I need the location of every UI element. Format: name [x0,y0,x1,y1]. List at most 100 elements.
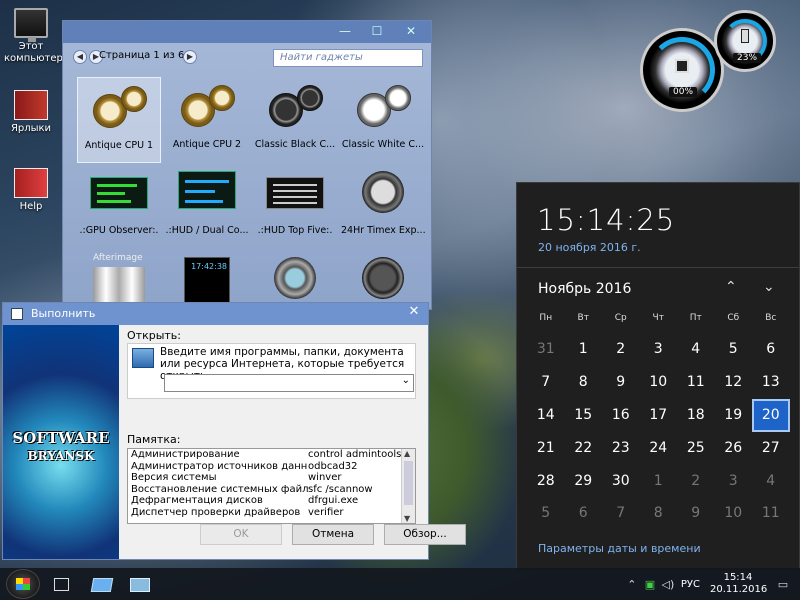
gadget-tile-hud-dual-core[interactable]: .:HUD / Dual Co... [165,163,249,249]
run-input-panel: Введите имя программы, папки, документа … [127,343,416,399]
gadget-tile-classic-black[interactable]: Classic Black C... [253,77,337,163]
calendar-day[interactable]: 1 [640,465,678,498]
calendar-day[interactable]: 7 [527,366,565,399]
calendar-day[interactable]: 11 [677,366,715,399]
gadget-tile-hud-top-five[interactable]: .:HUD Top Five:. [253,163,337,249]
memo-list[interactable]: Администрирование control admintools Адми… [127,448,416,524]
calendar-day[interactable]: 3 [640,333,678,366]
list-item[interactable]: Диспетчер проверки драйверов verifier [128,507,415,519]
cancel-button[interactable]: Отмена [292,524,374,545]
list-item[interactable]: Восстановление системных файлов sfc /scan… [128,484,415,496]
chevron-up-icon[interactable]: ⌃ [623,578,641,591]
calendar-day-today[interactable]: 20 [752,398,790,432]
scroll-up-icon[interactable]: ▲ [404,449,410,458]
browse-button[interactable]: Обзор... [384,524,466,545]
calendar-day[interactable]: 2 [602,333,640,366]
calendar-day[interactable]: 18 [677,399,715,432]
meters-gadget[interactable]: 00% 23% [638,10,778,116]
calendar-day[interactable]: 6 [565,497,603,530]
calendar-day[interactable]: 9 [677,497,715,530]
gadget-tile-gpu-observer[interactable]: .:GPU Observer:. [77,163,161,249]
desktop-icon-help[interactable]: Help [4,168,58,213]
list-item[interactable]: Администрирование control admintools [128,449,415,461]
chevron-up-icon[interactable]: ⌃ [725,279,737,295]
calendar-day[interactable]: 14 [527,399,565,432]
taskbar-clock[interactable]: 15:14 20.11.2016 [710,572,767,596]
language-indicator[interactable]: РУС [681,579,700,590]
close-button[interactable]: ✕ [395,21,427,41]
page-next-small-button[interactable]: ▶ [183,50,197,64]
calendar-day[interactable]: 11 [752,497,790,530]
chevron-down-icon[interactable]: ⌄ [402,375,410,386]
calendar-day[interactable]: 3 [715,465,753,498]
current-time: 15:14:25 [537,203,676,237]
memo-scrollbar[interactable]: ▲ ▼ [401,449,415,523]
prev-page-button[interactable]: ◀ [73,50,87,64]
calendar-day[interactable]: 19 [715,399,753,432]
calendar-day[interactable]: 10 [640,366,678,399]
gadget-tile-classic-white[interactable]: Classic White C... [341,77,425,163]
desktop-icon-shortcuts[interactable]: Ярлыки [4,90,58,135]
gadget-tile-antique-cpu-2[interactable]: Antique CPU 2 [165,77,249,163]
gadget-search-input[interactable]: Найти гаджеты [273,49,423,67]
calendar-day[interactable]: 30 [602,465,640,498]
calendar-day[interactable]: 16 [602,399,640,432]
run-titlebar[interactable]: Выполнить ✕ [3,303,428,325]
calendar-day[interactable]: 2 [677,465,715,498]
gallery-titlebar[interactable]: — ☐ ✕ [63,21,431,43]
calendar-day[interactable]: 27 [752,432,790,465]
calendar-day[interactable]: 25 [677,432,715,465]
calendar-day[interactable]: 12 [715,366,753,399]
list-item[interactable]: Дефрагментация дисков dfrgui.exe [128,495,415,507]
gadget-tile-antique-cpu-1[interactable]: Antique CPU 1 [77,77,161,163]
run-command-combobox[interactable]: ⌄ [164,374,414,392]
system-tray: ⌃ ▣ ◁) РУС 15:14 20.11.2016 ▭ [623,568,800,600]
calendar-day[interactable]: 21 [527,432,565,465]
calendar-day[interactable]: 1 [565,333,603,366]
calendar-day[interactable]: 5 [527,497,565,530]
current-date-link[interactable]: 20 ноября 2016 г. [538,241,641,254]
calendar-day[interactable]: 24 [640,432,678,465]
calendar-day[interactable]: 8 [640,497,678,530]
close-button[interactable]: ✕ [406,304,422,319]
network-icon[interactable]: ▣ [641,578,659,591]
calendar-day[interactable]: 8 [565,366,603,399]
minimize-button[interactable]: — [329,21,361,41]
calendar-day[interactable]: 4 [752,465,790,498]
cpu-usage-icon [177,169,237,219]
scrollbar-thumb[interactable] [404,461,413,505]
process-list-icon [265,169,325,219]
calendar-day[interactable]: 13 [752,366,790,399]
calendar-day[interactable]: 4 [677,333,715,366]
task-view-icon[interactable] [48,572,74,596]
calendar-day[interactable]: 29 [565,465,603,498]
calendar-day[interactable]: 6 [752,333,790,366]
notifications-icon[interactable]: ▭ [774,578,792,591]
calendar-day[interactable]: 17 [640,399,678,432]
speaker-icon[interactable]: ◁) [659,578,677,591]
calendar-month-label[interactable]: Ноябрь 2016 [538,281,631,297]
calendar-day[interactable]: 10 [715,497,753,530]
calendar-day[interactable]: 9 [602,366,640,399]
list-item[interactable]: Администратор источников данных odbcad32 [128,461,415,473]
date-time-settings-link[interactable]: Параметры даты и времени [538,542,701,555]
maximize-button[interactable]: ☐ [361,21,393,41]
chevron-down-icon[interactable]: ⌄ [763,279,775,295]
run-title: Выполнить [31,307,96,320]
calendar-day[interactable]: 7 [602,497,640,530]
gadget-tile-timex[interactable]: 24Hr Timex Exp... [341,163,425,249]
ok-button[interactable]: OK [200,524,282,545]
scroll-down-icon[interactable]: ▼ [404,514,410,523]
calendar-day[interactable]: 31 [527,333,565,366]
calendar-day[interactable]: 22 [565,432,603,465]
calendar-day[interactable]: 28 [527,465,565,498]
calendar-day[interactable]: 23 [602,432,640,465]
calendar-day[interactable]: 5 [715,333,753,366]
gadget-gallery-taskbar-icon[interactable] [88,572,114,596]
calendar-day[interactable]: 26 [715,432,753,465]
start-button[interactable] [6,569,40,599]
list-item[interactable]: Версия системы winver [128,472,415,484]
desktop-icon-this-pc[interactable]: Этот компьютер [4,8,63,65]
run-taskbar-icon[interactable] [126,572,152,596]
calendar-day[interactable]: 15 [565,399,603,432]
